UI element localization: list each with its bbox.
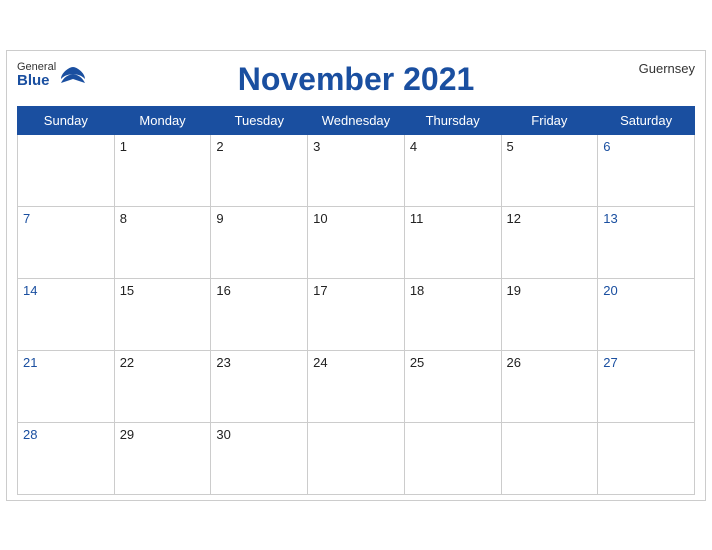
weekday-header-row: Sunday Monday Tuesday Wednesday Thursday… (18, 106, 695, 134)
calendar-day-cell: 11 (404, 206, 501, 278)
calendar-day-cell (404, 422, 501, 494)
calendar-day-cell: 23 (211, 350, 308, 422)
day-number: 15 (120, 283, 134, 298)
calendar-day-cell: 19 (501, 278, 598, 350)
day-number: 30 (216, 427, 230, 442)
day-number: 1 (120, 139, 127, 154)
day-number: 14 (23, 283, 37, 298)
header-monday: Monday (114, 106, 211, 134)
day-number: 4 (410, 139, 417, 154)
day-number: 8 (120, 211, 127, 226)
day-number: 19 (507, 283, 521, 298)
day-number: 23 (216, 355, 230, 370)
day-number: 11 (410, 211, 424, 226)
calendar-day-cell: 13 (598, 206, 695, 278)
day-number: 7 (23, 211, 30, 226)
logo-general-text: General (17, 61, 56, 73)
calendar-title: November 2021 (238, 61, 475, 98)
logo-blue-text: Blue (17, 73, 56, 90)
calendar-day-cell: 17 (308, 278, 405, 350)
calendar-day-cell: 3 (308, 134, 405, 206)
calendar-day-cell (598, 422, 695, 494)
logo-area: General Blue (17, 61, 87, 90)
day-number: 3 (313, 139, 320, 154)
calendar-day-cell: 20 (598, 278, 695, 350)
calendar-day-cell: 8 (114, 206, 211, 278)
header-saturday: Saturday (598, 106, 695, 134)
calendar-day-cell: 30 (211, 422, 308, 494)
calendar-week-row: 28 29 30 (18, 422, 695, 494)
day-number: 18 (410, 283, 424, 298)
calendar-day-cell: 2 (211, 134, 308, 206)
day-number: 13 (603, 211, 617, 226)
day-number: 26 (507, 355, 521, 370)
calendar-day-cell: 15 (114, 278, 211, 350)
day-number: 9 (216, 211, 223, 226)
calendar-day-cell: 5 (501, 134, 598, 206)
day-number: 12 (507, 211, 521, 226)
logo-bird-icon (59, 65, 87, 85)
calendar-day-cell: 24 (308, 350, 405, 422)
calendar-day-cell (18, 134, 115, 206)
header-friday: Friday (501, 106, 598, 134)
calendar-body: 1234567891011121314151617181920212223242… (18, 134, 695, 494)
calendar-day-cell: 1 (114, 134, 211, 206)
header-sunday: Sunday (18, 106, 115, 134)
header-thursday: Thursday (404, 106, 501, 134)
day-number: 16 (216, 283, 230, 298)
calendar-day-cell: 10 (308, 206, 405, 278)
calendar-day-cell: 6 (598, 134, 695, 206)
calendar-week-row: 21 22 23 24 25 26 27 (18, 350, 695, 422)
day-number: 17 (313, 283, 327, 298)
day-number: 21 (23, 355, 37, 370)
region-label: Guernsey (639, 61, 695, 76)
day-number: 25 (410, 355, 424, 370)
calendar-week-row: 7 8 9 10 11 12 13 (18, 206, 695, 278)
day-number: 29 (120, 427, 134, 442)
calendar-day-cell: 26 (501, 350, 598, 422)
calendar-day-cell: 4 (404, 134, 501, 206)
header-wednesday: Wednesday (308, 106, 405, 134)
calendar-day-cell: 7 (18, 206, 115, 278)
calendar-header: General Blue November 2021 Guernsey (17, 61, 695, 98)
calendar-day-cell: 28 (18, 422, 115, 494)
calendar-day-cell: 9 (211, 206, 308, 278)
calendar-week-row: 1 2 3 4 5 6 (18, 134, 695, 206)
calendar-container: General Blue November 2021 Guernsey Sund… (6, 50, 706, 501)
calendar-day-cell: 29 (114, 422, 211, 494)
calendar-day-cell: 16 (211, 278, 308, 350)
day-number: 20 (603, 283, 617, 298)
day-number: 24 (313, 355, 327, 370)
calendar-day-cell: 21 (18, 350, 115, 422)
day-number: 22 (120, 355, 134, 370)
calendar-day-cell (501, 422, 598, 494)
calendar-day-cell: 14 (18, 278, 115, 350)
calendar-day-cell: 25 (404, 350, 501, 422)
calendar-day-cell: 27 (598, 350, 695, 422)
calendar-day-cell (308, 422, 405, 494)
calendar-day-cell: 18 (404, 278, 501, 350)
day-number: 6 (603, 139, 610, 154)
calendar-table: Sunday Monday Tuesday Wednesday Thursday… (17, 106, 695, 495)
day-number: 27 (603, 355, 617, 370)
calendar-day-cell: 12 (501, 206, 598, 278)
day-number: 5 (507, 139, 514, 154)
day-number: 2 (216, 139, 223, 154)
day-number: 28 (23, 427, 37, 442)
calendar-week-row: 14 15 16 17 18 19 20 (18, 278, 695, 350)
header-tuesday: Tuesday (211, 106, 308, 134)
day-number: 10 (313, 211, 327, 226)
calendar-day-cell: 22 (114, 350, 211, 422)
